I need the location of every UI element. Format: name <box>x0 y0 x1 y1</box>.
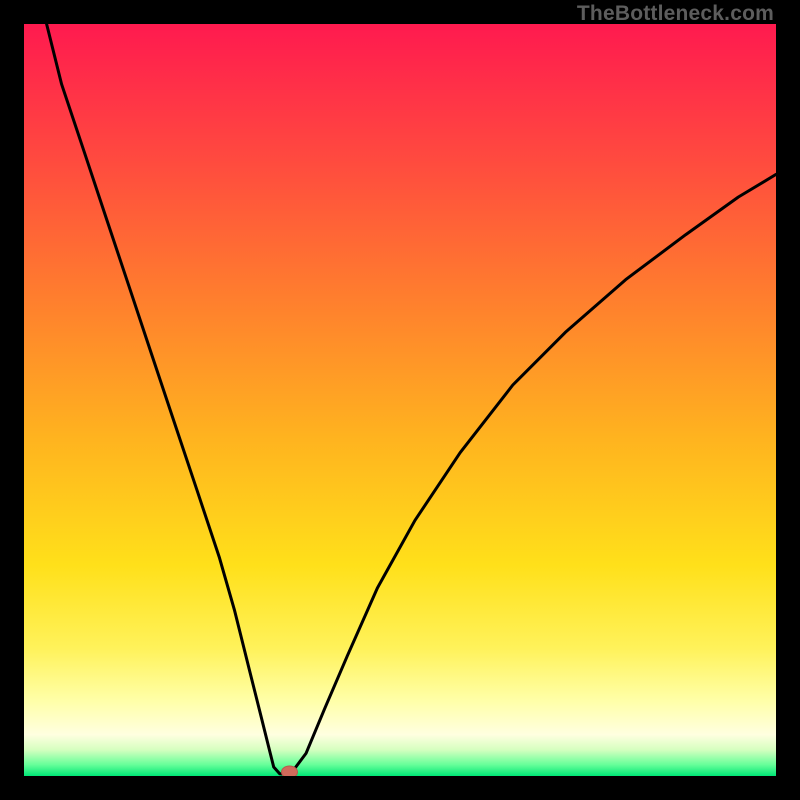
chart-svg <box>24 24 776 776</box>
optimal-point-marker <box>282 766 298 776</box>
gradient-background <box>24 24 776 776</box>
chart-frame <box>24 24 776 776</box>
watermark-text: TheBottleneck.com <box>577 2 774 26</box>
